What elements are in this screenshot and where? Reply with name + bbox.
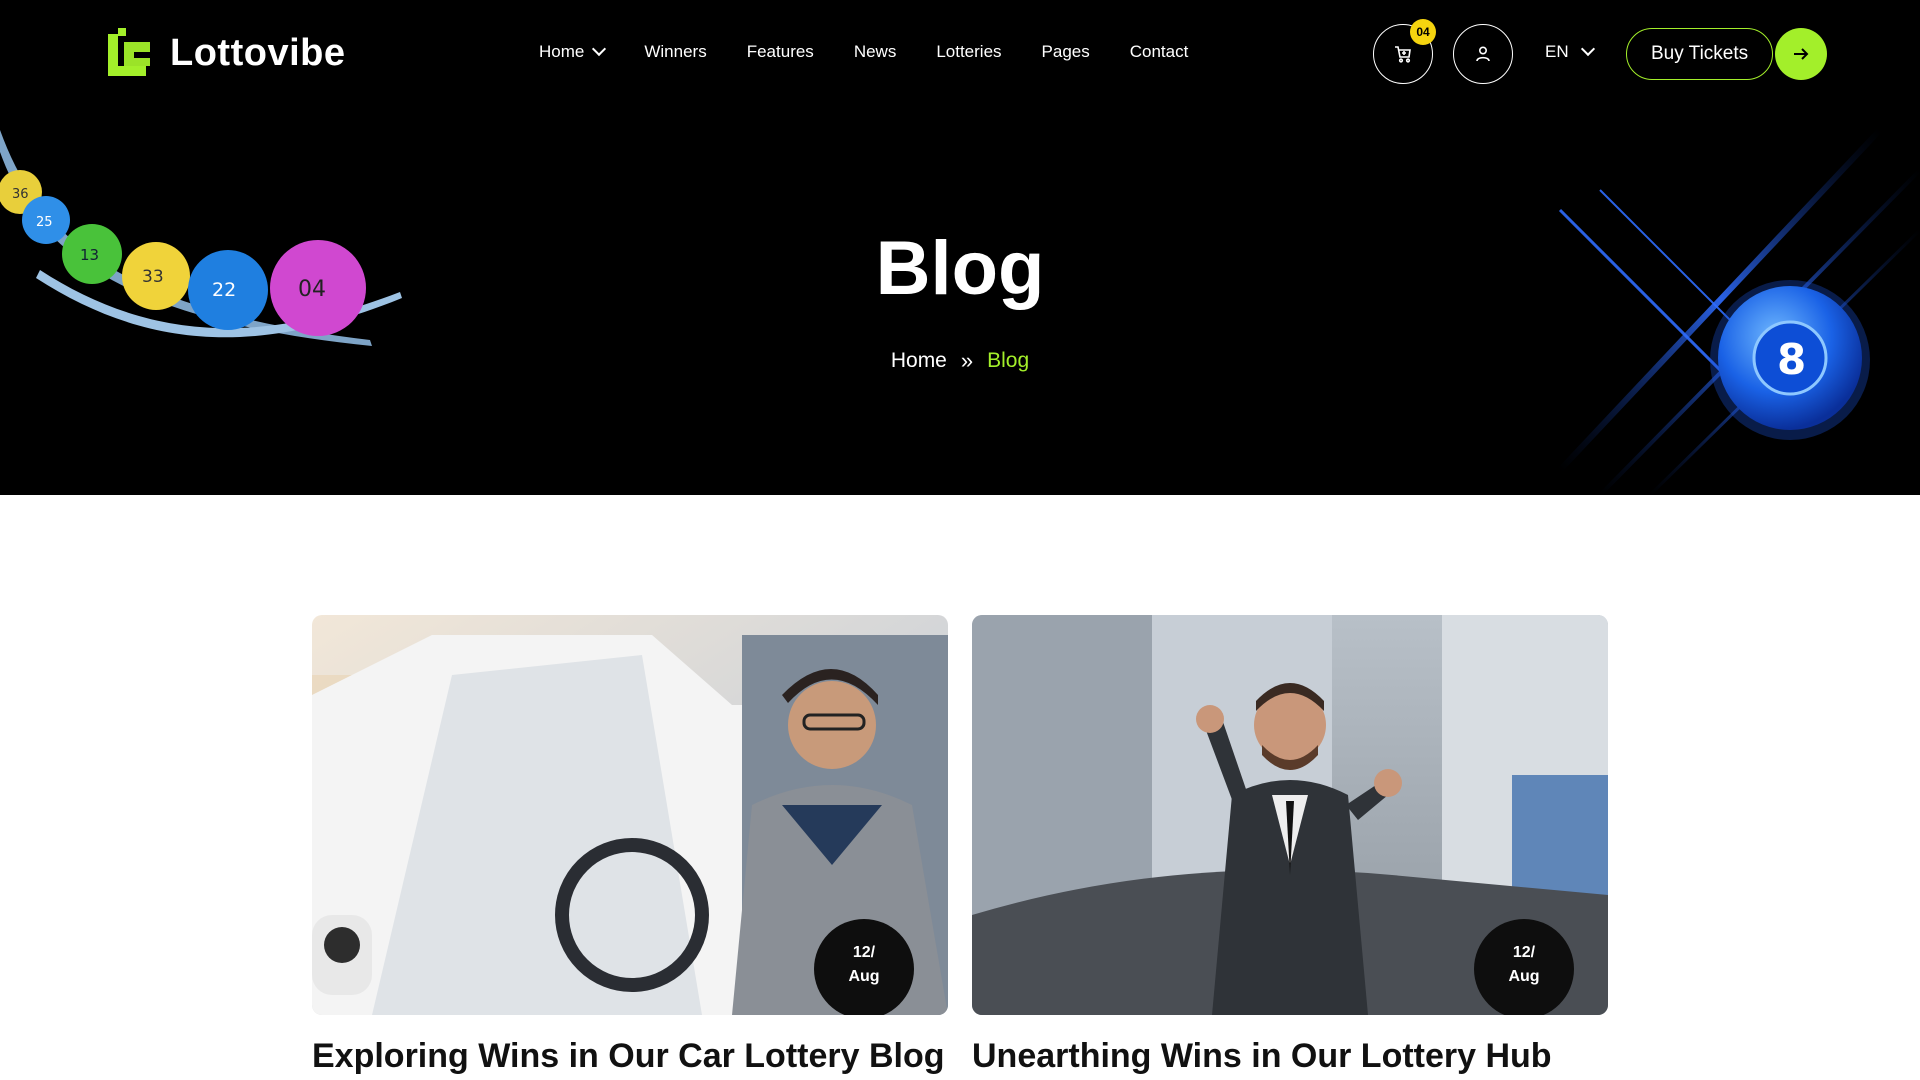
breadcrumb-current: Blog bbox=[987, 349, 1030, 372]
arrow-right-icon bbox=[1794, 48, 1809, 60]
brand-logo[interactable]: Lottovibe bbox=[106, 28, 345, 78]
blog-card-title[interactable]: Unearthing Wins in Our Lottery Hub bbox=[972, 1037, 1608, 1076]
blog-card: 12/ Aug Exploring Wins in Our Car Lotter… bbox=[312, 615, 948, 1076]
double-chevron-right-icon: » bbox=[960, 348, 974, 373]
nav-item-label: Lotteries bbox=[936, 42, 1002, 61]
nav-item-lotteries[interactable]: Lotteries bbox=[936, 42, 1001, 62]
breadcrumb-home-link[interactable]: Home bbox=[891, 349, 947, 373]
chevron-down-icon bbox=[1580, 41, 1595, 57]
nav-item-label: Pages bbox=[1041, 42, 1090, 61]
ball-number: 36 bbox=[12, 187, 29, 202]
breadcrumb: Home » Blog bbox=[0, 348, 1920, 374]
nav-item-pages[interactable]: Pages bbox=[1042, 42, 1090, 62]
cart-button[interactable]: 04 bbox=[1373, 19, 1436, 84]
nav-item-label: Winners bbox=[644, 42, 707, 61]
brand-name: Lottovibe bbox=[170, 31, 346, 74]
nav-item-news[interactable]: News bbox=[854, 42, 897, 62]
hero-banner: Lottovibe Home Winners Features News Lot… bbox=[0, 0, 1920, 495]
account-button[interactable] bbox=[1453, 24, 1513, 84]
language-label: EN bbox=[1545, 42, 1569, 61]
nav-item-contact[interactable]: Contact bbox=[1130, 42, 1189, 62]
blog-card-image[interactable]: 12/ Aug bbox=[972, 615, 1608, 1015]
date-month: Aug bbox=[1508, 968, 1540, 985]
user-icon bbox=[1476, 46, 1490, 62]
buy-tickets-arrow-button[interactable] bbox=[1775, 28, 1828, 80]
page-title: Blog bbox=[875, 226, 1045, 311]
nav-item-winners[interactable]: Winners bbox=[644, 42, 706, 62]
nav-item-features[interactable]: Features bbox=[747, 42, 814, 62]
date-badge: 12/ Aug bbox=[1474, 919, 1574, 1015]
language-selector[interactable]: EN bbox=[1545, 41, 1595, 62]
blog-card-image[interactable]: 12/ Aug bbox=[312, 615, 948, 1015]
date-day: 12/ bbox=[1512, 944, 1536, 961]
cart-icon bbox=[1395, 46, 1411, 63]
main-menu: Home Winners Features News Lotteries Pag… bbox=[539, 41, 1228, 62]
blog-card-title[interactable]: Exploring Wins in Our Car Lottery Blog bbox=[312, 1037, 948, 1076]
blog-card: 12/ Aug Unearthing Wins in Our Lottery H… bbox=[972, 615, 1608, 1076]
chevron-down-icon bbox=[592, 41, 607, 57]
cart-count-badge: 04 bbox=[1410, 19, 1436, 45]
date-month: Aug bbox=[848, 968, 880, 985]
nav-item-label: News bbox=[853, 42, 897, 61]
date-day: 12/ bbox=[852, 944, 876, 961]
nav-item-label: Home bbox=[539, 42, 585, 61]
logo-icon bbox=[108, 28, 150, 76]
buy-tickets-button[interactable]: Buy Tickets bbox=[1626, 28, 1774, 80]
date-badge: 12/ Aug bbox=[814, 919, 914, 1015]
nav-item-label: Features bbox=[746, 42, 814, 61]
nav-item-home[interactable]: Home bbox=[539, 41, 607, 62]
buy-tickets-group: Buy Tickets bbox=[1626, 28, 1828, 80]
nav-item-label: Contact bbox=[1129, 42, 1189, 61]
